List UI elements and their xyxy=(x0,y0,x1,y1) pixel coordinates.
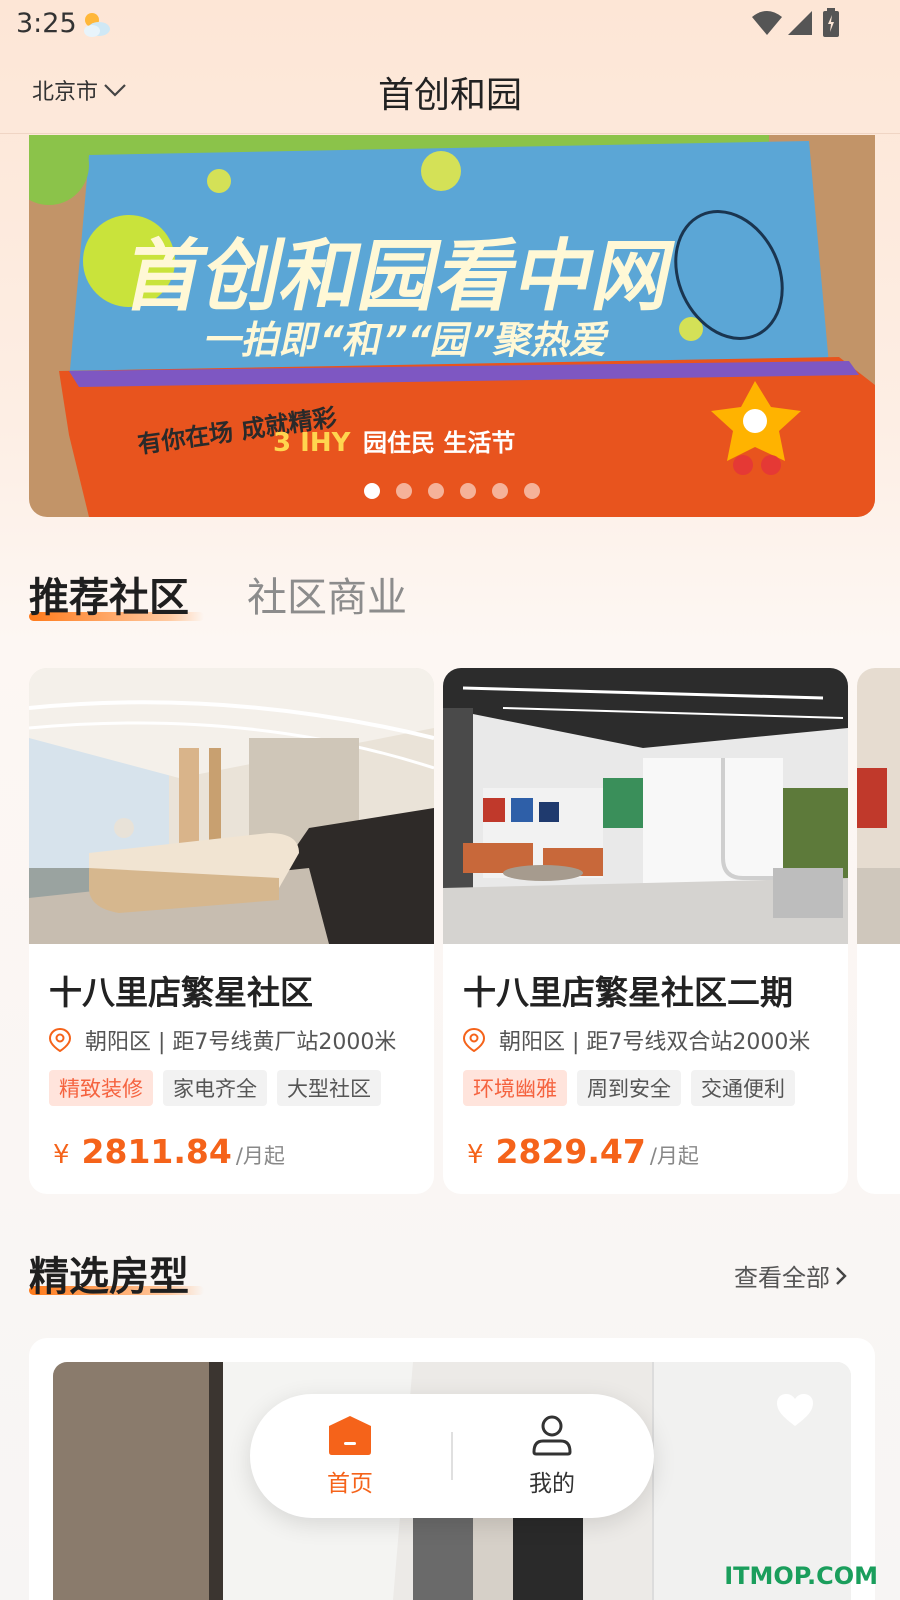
community-card[interactable] xyxy=(857,668,900,1194)
community-name: 十八里店繁星社区二期 xyxy=(463,973,793,1012)
banner-dot[interactable] xyxy=(524,483,540,499)
nav-label: 首页 xyxy=(327,1471,373,1497)
tab-community-commerce[interactable]: 社区商业 xyxy=(247,565,407,623)
banner-dot[interactable] xyxy=(396,483,412,499)
banner-dot[interactable] xyxy=(492,483,508,499)
svg-text:园住民 生活节: 园住民 生活节 xyxy=(363,429,515,457)
tag: 精致装修 xyxy=(49,1070,153,1106)
community-tags: 精致装修 家电齐全 大型社区 xyxy=(49,1070,381,1106)
tag: 环境幽雅 xyxy=(463,1070,567,1106)
community-list[interactable]: 十八里店繁星社区 朝阳区 | 距7号线黄厂站2000米 精致装修 家电齐全 大型… xyxy=(29,668,900,1194)
status-bar: 3:25 xyxy=(0,0,900,48)
tag: 周到安全 xyxy=(577,1070,681,1106)
community-card[interactable]: 十八里店繁星社区 朝阳区 | 距7号线黄厂站2000米 精致装修 家电齐全 大型… xyxy=(29,668,434,1194)
community-card[interactable]: 十八里店繁星社区二期 朝阳区 | 距7号线双合站2000米 环境幽雅 周到安全 … xyxy=(443,668,848,1194)
price-currency: ¥ xyxy=(53,1140,70,1170)
location-pin-icon xyxy=(49,1028,71,1052)
tag: 家电齐全 xyxy=(163,1070,267,1106)
tab-recommended-community[interactable]: 推荐社区 xyxy=(29,565,204,623)
banner-dot[interactable] xyxy=(364,483,380,499)
community-tags: 环境幽雅 周到安全 交通便利 xyxy=(463,1070,795,1106)
page-title: 首创和园 xyxy=(377,75,522,116)
banner-dot[interactable] xyxy=(460,483,476,499)
community-location: 朝阳区 | 距7号线黄厂站2000米 xyxy=(49,1024,396,1056)
user-icon xyxy=(532,1415,572,1456)
tag: 大型社区 xyxy=(277,1070,381,1106)
community-tabs: 推荐社区 社区商业 xyxy=(29,565,407,623)
nav-divider xyxy=(451,1432,453,1480)
tag: 交通便利 xyxy=(691,1070,795,1106)
tab-label: 社区商业 xyxy=(247,575,407,621)
community-price: ¥ 2829.47 /月起 xyxy=(467,1132,699,1171)
price-unit: /月起 xyxy=(649,1144,699,1168)
header: 北京市 首创和园 xyxy=(0,48,900,134)
banner-pagination xyxy=(29,483,875,499)
svg-text:3 IHY: 3 IHY xyxy=(273,428,352,458)
community-price: ¥ 2811.84 /月起 xyxy=(53,1132,285,1171)
battery-icon xyxy=(823,8,839,37)
nav-item-home[interactable]: 首页 xyxy=(290,1414,410,1498)
price-value: 2811.84 xyxy=(81,1132,232,1171)
price-unit: /月起 xyxy=(235,1144,285,1168)
banner-carousel[interactable]: 首创和园看中网 一拍即“和”“园”聚热爱 有你在场 成就精彩 3 IHY 园住民… xyxy=(29,135,875,517)
watermark: ITMOP.COM xyxy=(724,1562,878,1590)
favorite-heart-icon[interactable] xyxy=(775,1392,815,1428)
community-name: 十八里店繁星社区 xyxy=(49,973,313,1012)
community-photo xyxy=(443,668,848,944)
view-all-link[interactable]: 查看全部 xyxy=(734,1258,852,1293)
nav-label: 我的 xyxy=(529,1471,575,1497)
signal-icon xyxy=(788,11,812,35)
price-currency: ¥ xyxy=(467,1140,484,1170)
wifi-icon xyxy=(752,11,782,35)
community-photo xyxy=(857,668,900,944)
community-photo xyxy=(29,668,434,944)
location-text: 朝阳区 | 距7号线黄厂站2000米 xyxy=(85,1030,397,1055)
home-icon xyxy=(329,1416,371,1455)
view-all-label: 查看全部 xyxy=(734,1264,830,1292)
community-location: 朝阳区 | 距7号线双合站2000米 xyxy=(463,1024,810,1056)
location-pin-icon xyxy=(463,1028,485,1052)
chevron-right-icon xyxy=(836,1266,847,1285)
bottom-navigation: 首页 我的 xyxy=(250,1394,654,1518)
svg-text:一拍即“和”“园”聚热爱: 一拍即“和”“园”聚热爱 xyxy=(201,318,614,363)
svg-text:首创和园看中网: 首创和园看中网 xyxy=(117,231,682,322)
status-time: 3:25 xyxy=(16,8,77,39)
weather-icon xyxy=(84,13,110,37)
banner-dot[interactable] xyxy=(428,483,444,499)
section-title-room-types: 精选房型 xyxy=(29,1254,189,1300)
tab-label: 推荐社区 xyxy=(29,575,189,621)
price-value: 2829.47 xyxy=(495,1132,646,1171)
location-text: 朝阳区 | 距7号线双合站2000米 xyxy=(499,1030,811,1055)
banner-image: 首创和园看中网 一拍即“和”“园”聚热爱 有你在场 成就精彩 3 IHY 园住民… xyxy=(29,135,875,517)
nav-item-mine[interactable]: 我的 xyxy=(492,1414,612,1498)
